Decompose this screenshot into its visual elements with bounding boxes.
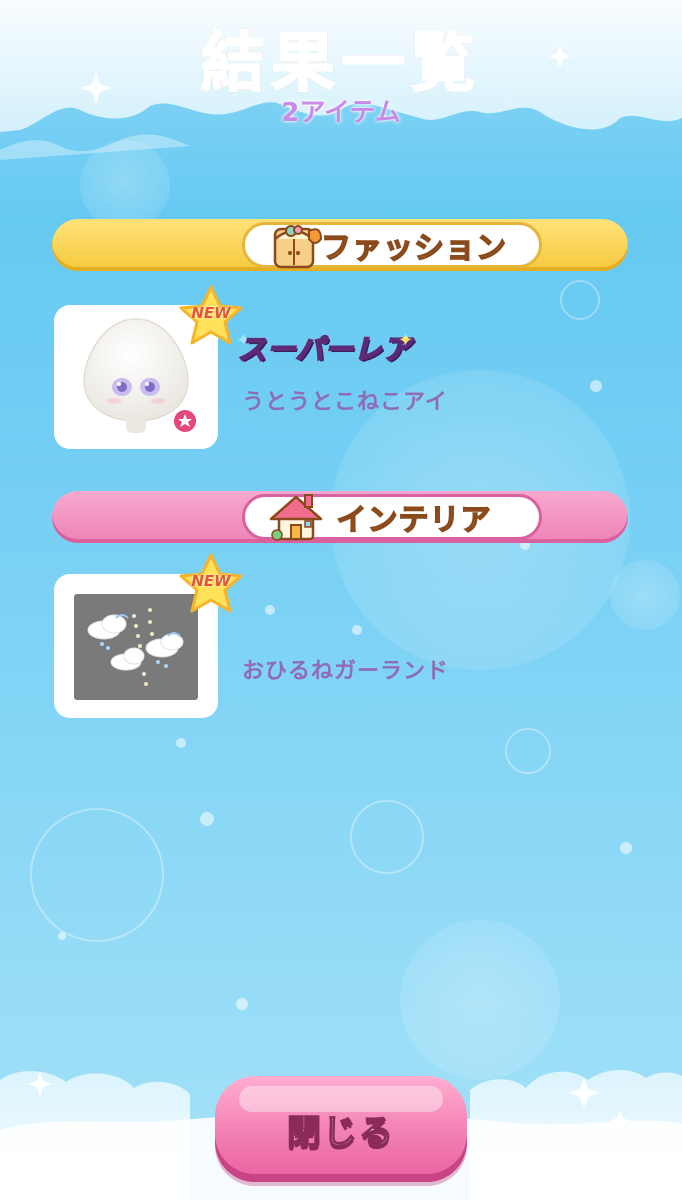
section-pill: インテリア [242,494,542,541]
bg-bubble [350,800,424,874]
bg-dot [590,380,602,392]
item-count-label: 2アイテム [281,98,401,128]
bg-dot [176,738,186,748]
bg-dot [236,998,248,1010]
section-label-fashion: ファッション [320,230,507,267]
new-badge-label: NEW [191,304,231,322]
section-pill: ファッション [242,222,542,269]
section-label-interior: インテリア [336,502,492,539]
close-button-label: 閉じる [286,1112,395,1154]
item-name: うとうとこねこアイ [242,390,448,415]
bg-dot [352,625,362,635]
new-badge: NEW [176,552,246,616]
close-button[interactable]: 閉じる [215,1076,467,1182]
bg-dot [620,842,632,854]
bg-bubble [560,280,600,320]
item-name: おひるねガーランド [242,659,450,684]
bg-dot [200,812,214,826]
page-title: 結果一覧 [0,12,682,104]
sparkle-icon: ✦ [398,330,414,351]
new-badge-label: NEW [191,572,231,590]
rarity-label: スーパーレア [237,328,412,368]
bg-bubble [610,560,680,630]
bg-bubble [505,728,551,774]
bg-dot [265,605,275,615]
bg-bubble [30,808,164,942]
house-icon [269,494,323,541]
wardrobe-icon [273,225,323,269]
section-header-interior: インテリア [52,491,628,543]
bg-dot [58,932,66,940]
section-header-fashion: ファッション [52,219,628,271]
